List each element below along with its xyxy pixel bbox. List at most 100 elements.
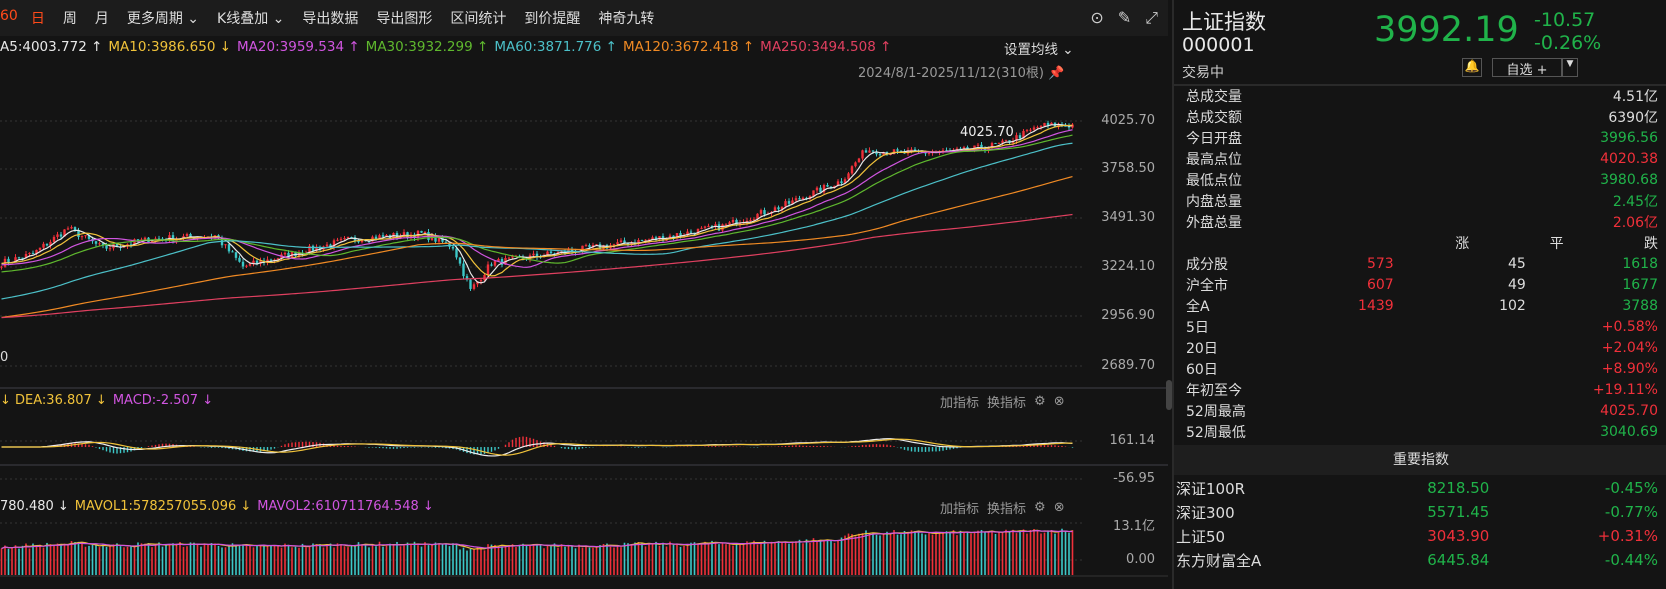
candle-body — [455, 248, 458, 258]
index-pct: -0.77% — [1604, 503, 1658, 521]
index-price: 8218.50 — [1427, 479, 1490, 497]
gear-icon[interactable]: ⚙ — [1034, 500, 1046, 515]
index-row[interactable]: 深证100R 8218.50 -0.45% — [1176, 476, 1658, 500]
index-row[interactable]: 深证300 5571.45 -0.77% — [1176, 500, 1658, 524]
dropdown-icon[interactable]: ▼ — [1562, 58, 1578, 77]
breadth-header: 跌 — [1643, 235, 1658, 252]
add-watchlist-button[interactable]: 自选 + — [1492, 58, 1562, 78]
candle-body — [98, 243, 101, 245]
candle-body — [420, 230, 423, 233]
macd-tools: 加指标 换指标 ⚙ ⊗ — [940, 392, 1065, 411]
legend-item: MACD:-2.507 ↓ — [112, 393, 214, 408]
index-name: 东方财富全A — [1176, 551, 1262, 570]
candle-body — [910, 149, 913, 151]
index-name: 上证50 — [1176, 527, 1226, 546]
high-annotation: 4025.70 — [960, 125, 1014, 140]
candle-body — [584, 245, 588, 247]
divider — [0, 387, 1168, 389]
stat-value: 3980.68 — [1600, 171, 1658, 188]
candle-body — [423, 232, 427, 234]
close-icon[interactable]: ⊗ — [1054, 394, 1065, 409]
candle-body — [185, 234, 189, 237]
candle-body — [532, 253, 535, 256]
breadth-row: 全A 1439 102 3788 — [1186, 295, 1658, 316]
up-count: 607 — [1366, 276, 1394, 293]
candle-body — [854, 162, 857, 167]
period-value: +19.11% — [1592, 381, 1658, 398]
candle-body — [997, 142, 1001, 144]
period-label: 20日 — [1186, 340, 1218, 357]
breadth-header-row: 涨平跌 — [1186, 232, 1658, 253]
candle-body — [45, 243, 49, 246]
ma250-line — [1, 213, 1073, 319]
candle-body — [469, 279, 472, 289]
candle-body — [59, 234, 63, 237]
bell-icon[interactable]: 🔔 — [1462, 58, 1482, 77]
period-row: 年初至今 +19.11% — [1186, 379, 1658, 400]
stat-value: 2.06亿 — [1612, 214, 1658, 231]
period-label: 52周最高 — [1186, 403, 1246, 420]
candle-body — [819, 187, 822, 193]
stat-row: 内盘总量 2.45亿 — [1186, 190, 1658, 211]
index-row[interactable]: 东方财富全A 6445.84 -0.44% — [1176, 548, 1658, 572]
candle-body — [1039, 126, 1043, 128]
candle-body — [94, 241, 98, 244]
last-price: 3992.19 — [1374, 10, 1519, 50]
down-count: 1618 — [1622, 255, 1658, 272]
stat-value: 4.51亿 — [1612, 88, 1658, 105]
period-value: +2.04% — [1601, 339, 1658, 356]
candle-body — [343, 238, 346, 240]
index-name: 深证300 — [1176, 503, 1235, 522]
candle-body — [38, 247, 42, 250]
candle-body — [735, 219, 738, 226]
period-value: +0.58% — [1601, 318, 1658, 335]
candle-body — [1036, 127, 1039, 129]
period-label: 5日 — [1186, 319, 1209, 336]
switch-indicator-button[interactable]: 换指标 — [987, 392, 1026, 411]
index-name: 深证100R — [1176, 479, 1246, 498]
stat-label: 最低点位 — [1186, 172, 1242, 189]
candle-body — [994, 143, 997, 145]
candle-body — [896, 149, 899, 151]
candle-body — [847, 173, 850, 180]
breadth-row: 沪全市 607 49 1677 — [1186, 274, 1658, 295]
add-indicator-button[interactable]: 加指标 — [940, 392, 979, 411]
flat-count: 49 — [1508, 276, 1526, 293]
candle-body — [311, 245, 315, 251]
add-indicator-button[interactable]: 加指标 — [940, 498, 979, 517]
gear-icon[interactable]: ⚙ — [1034, 394, 1046, 409]
price-change-pct: -0.26% — [1534, 32, 1602, 54]
candle-body — [42, 243, 45, 248]
candle-body — [0, 266, 3, 268]
trading-status: 交易中 — [1182, 65, 1224, 81]
candle-body — [913, 149, 917, 151]
stat-row: 外盘总量 2.06亿 — [1186, 211, 1658, 232]
legend-item: 780.480 ↓ — [0, 499, 69, 514]
price-change: -10.57 — [1534, 9, 1596, 31]
price-tick: 2689.70 — [1101, 358, 1155, 373]
breadth-label: 沪全市 — [1186, 277, 1228, 294]
index-row[interactable]: 上证50 3043.90 +0.31% — [1176, 524, 1658, 548]
candle-body — [1025, 130, 1029, 132]
candle-body — [759, 210, 763, 214]
candle-body — [794, 198, 798, 201]
candle-body — [336, 239, 339, 241]
breadth-row: 成分股 573 45 1618 — [1186, 253, 1658, 274]
candle-body — [227, 244, 231, 252]
candle-body — [616, 242, 619, 245]
candle-body — [70, 227, 73, 229]
candle-body — [490, 264, 493, 266]
switch-indicator-button[interactable]: 换指标 — [987, 498, 1026, 517]
down-count: 1677 — [1622, 276, 1658, 293]
candle-body — [80, 236, 84, 238]
candle-body — [105, 245, 108, 249]
index-name: 上证指数 — [1182, 10, 1266, 34]
price-tick: 4025.70 — [1101, 113, 1155, 128]
period-value: +8.90% — [1601, 360, 1658, 377]
stat-label: 总成交额 — [1186, 109, 1242, 126]
volume-tools: 加指标 换指标 ⚙ ⊗ — [940, 498, 1065, 517]
close-icon[interactable]: ⊗ — [1054, 500, 1065, 515]
period-row: 60日 +8.90% — [1186, 358, 1658, 379]
up-count: 573 — [1366, 255, 1394, 272]
cut-label: 0 — [0, 350, 9, 365]
